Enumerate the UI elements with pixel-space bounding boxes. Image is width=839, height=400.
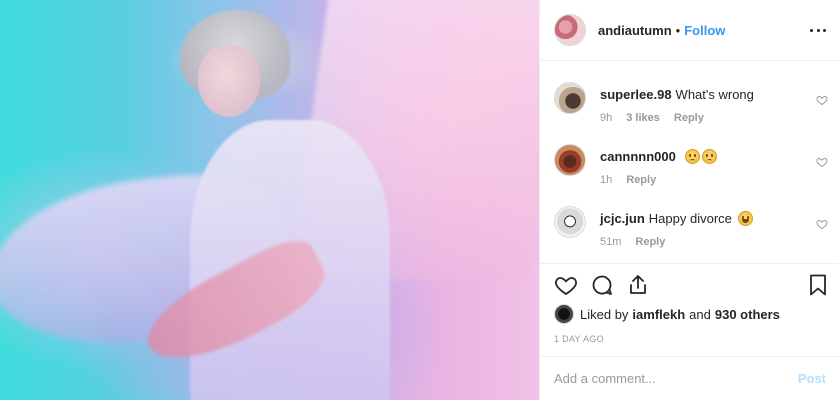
- commenter-avatar[interactable]: [554, 82, 586, 114]
- share-icon[interactable]: [626, 273, 650, 297]
- header-separator: •: [675, 22, 681, 38]
- reply-button[interactable]: Reply: [674, 112, 704, 124]
- likes-others-link[interactable]: 930 others: [715, 307, 780, 322]
- photo-face: [198, 45, 260, 117]
- likes-and-label: and: [689, 306, 711, 322]
- comment-text: Happy divorce: [648, 211, 732, 226]
- bookmark-icon[interactable]: [806, 273, 830, 297]
- more-options-icon[interactable]: [810, 22, 826, 38]
- liker-username[interactable]: iamflekh: [632, 307, 685, 322]
- comment-time[interactable]: 1h: [600, 174, 612, 186]
- post-date[interactable]: 1 DAY AGO: [554, 334, 604, 344]
- commenter-avatar[interactable]: [554, 144, 586, 176]
- reply-button[interactable]: Reply: [635, 236, 665, 248]
- actions-divider: [540, 263, 839, 264]
- laughing-face-icon: [737, 211, 753, 226]
- comments-list: superlee.98 What's wrong 9h 3 likes Reply…: [540, 62, 839, 262]
- reply-button[interactable]: Reply: [626, 174, 656, 186]
- post-photo[interactable]: [0, 0, 539, 400]
- post-comment-button[interactable]: Post: [798, 371, 826, 386]
- post-action-bar: [554, 273, 830, 299]
- comment-like-heart-icon[interactable]: [816, 218, 828, 230]
- sad-face-icon: [685, 149, 701, 164]
- sad-face-icon: [702, 149, 718, 164]
- likes-summary: Liked by iamflekh and 930 others: [554, 304, 784, 324]
- heart-icon[interactable]: [554, 273, 578, 297]
- comment-like-heart-icon[interactable]: [816, 156, 828, 168]
- liked-by-label: Liked by: [580, 306, 629, 322]
- author-avatar[interactable]: [554, 14, 586, 46]
- comment-likes[interactable]: 3 likes: [626, 112, 660, 124]
- commenter-avatar[interactable]: [554, 206, 586, 238]
- follow-button[interactable]: Follow: [684, 23, 725, 38]
- add-comment-bar: Post: [540, 356, 839, 400]
- author-username[interactable]: andiautumn: [598, 23, 672, 38]
- comment-icon[interactable]: [590, 273, 614, 297]
- comment-like-heart-icon[interactable]: [816, 94, 828, 106]
- post-header: andiautumn • Follow: [540, 0, 839, 61]
- comment-time[interactable]: 9h: [600, 112, 612, 124]
- post-side-panel: andiautumn • Follow superlee.98 What's wr…: [539, 0, 839, 400]
- commenter-username[interactable]: cannnnn000: [600, 149, 676, 164]
- comment-text: What's wrong: [675, 87, 754, 102]
- add-comment-input[interactable]: [554, 371, 798, 386]
- commenter-username[interactable]: jcjc.jun: [600, 211, 645, 226]
- liker-avatar[interactable]: [554, 304, 574, 324]
- comment-time[interactable]: 51m: [600, 236, 621, 248]
- commenter-username[interactable]: superlee.98: [600, 87, 672, 102]
